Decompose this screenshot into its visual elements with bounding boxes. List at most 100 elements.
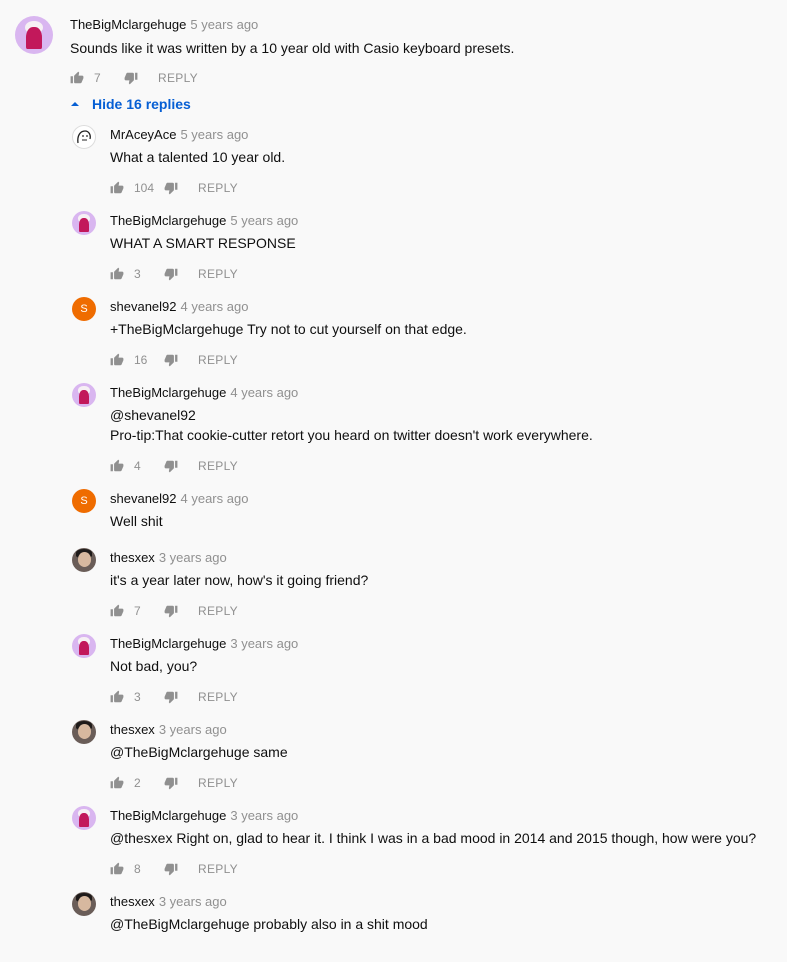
comment-header: shevanel92 4 years ago bbox=[110, 299, 248, 314]
reply-button[interactable]: REPLY bbox=[198, 459, 238, 473]
thumbs-down-icon[interactable] bbox=[164, 604, 178, 618]
like-count: 16 bbox=[134, 353, 148, 367]
thumbs-up-icon[interactable] bbox=[70, 71, 84, 85]
like-count: 3 bbox=[134, 267, 141, 281]
reply-button[interactable]: REPLY bbox=[198, 353, 238, 367]
comment-text: Sounds like it was written by a 10 year … bbox=[70, 40, 515, 56]
thumbs-up-icon[interactable] bbox=[110, 776, 124, 790]
comment-text: What a talented 10 year old. bbox=[110, 149, 286, 165]
comment-header: TheBigMclargehuge 5 years ago bbox=[70, 17, 258, 32]
thumbs-up-icon[interactable] bbox=[110, 267, 124, 281]
thumbs-down-icon[interactable] bbox=[164, 690, 178, 704]
author-name[interactable]: MrAceyAce bbox=[110, 127, 176, 142]
thumbs-up-icon[interactable] bbox=[110, 862, 124, 876]
author-name[interactable]: TheBigMclargehuge bbox=[70, 17, 186, 32]
like-count: 104 bbox=[134, 181, 155, 195]
comment-header: TheBigMclargehuge 4 years ago bbox=[110, 385, 298, 400]
timestamp[interactable]: 4 years ago bbox=[181, 491, 249, 506]
author-name[interactable]: TheBigMclargehuge bbox=[110, 636, 226, 651]
comment-actions: 4 REPLY bbox=[110, 456, 238, 476]
timestamp[interactable]: 3 years ago bbox=[159, 722, 227, 737]
thumbs-down-icon[interactable] bbox=[164, 267, 178, 281]
comment-actions: 3 REPLY bbox=[110, 687, 238, 707]
comment-header: TheBigMclargehuge 3 years ago bbox=[110, 808, 298, 823]
reply-button[interactable]: REPLY bbox=[198, 604, 238, 618]
timestamp[interactable]: 4 years ago bbox=[181, 299, 249, 314]
timestamp[interactable]: 3 years ago bbox=[230, 808, 298, 823]
comment-header: thesxex 3 years ago bbox=[110, 722, 227, 737]
timestamp[interactable]: 5 years ago bbox=[180, 127, 248, 142]
avatar[interactable] bbox=[72, 548, 96, 572]
timestamp[interactable]: 3 years ago bbox=[159, 550, 227, 565]
thumbs-down-icon[interactable] bbox=[164, 459, 178, 473]
thumbs-up-icon[interactable] bbox=[110, 459, 124, 473]
avatar[interactable]: S bbox=[72, 297, 96, 321]
author-name[interactable]: thesxex bbox=[110, 722, 155, 737]
avatar[interactable] bbox=[72, 211, 96, 235]
comment-text: +TheBigMclargehuge Try not to cut yourse… bbox=[110, 321, 467, 337]
like-count: 2 bbox=[134, 776, 141, 790]
author-name[interactable]: shevanel92 bbox=[110, 299, 177, 314]
avatar-letter: S bbox=[80, 303, 88, 315]
author-name[interactable]: thesxex bbox=[110, 894, 155, 909]
timestamp[interactable]: 5 years ago bbox=[230, 213, 298, 228]
thumbs-up-icon[interactable] bbox=[110, 604, 124, 618]
author-name[interactable]: shevanel92 bbox=[110, 491, 177, 506]
like-count: 4 bbox=[134, 459, 141, 473]
timestamp[interactable]: 4 years ago bbox=[230, 385, 298, 400]
timestamp[interactable]: 5 years ago bbox=[190, 17, 258, 32]
comment-text: Not bad, you? bbox=[110, 658, 198, 674]
thumbs-down-icon[interactable] bbox=[164, 181, 178, 195]
like-count: 3 bbox=[134, 690, 141, 704]
thumbs-up-icon[interactable] bbox=[110, 353, 124, 367]
reply-button[interactable]: REPLY bbox=[158, 71, 198, 85]
thumbs-down-icon[interactable] bbox=[164, 353, 178, 367]
comment-text: @shevanel92 bbox=[110, 407, 196, 423]
reply-button[interactable]: REPLY bbox=[198, 267, 238, 281]
comment-header: TheBigMclargehuge 3 years ago bbox=[110, 636, 298, 651]
avatar[interactable] bbox=[72, 383, 96, 407]
hide-replies-label: Hide 16 replies bbox=[92, 96, 191, 112]
comment-actions: 104 REPLY bbox=[110, 178, 238, 198]
avatar[interactable] bbox=[72, 125, 96, 149]
comment-actions: 16 REPLY bbox=[110, 350, 238, 370]
avatar[interactable] bbox=[72, 806, 96, 830]
comment-text: WHAT A SMART RESPONSE bbox=[110, 235, 296, 251]
avatar[interactable] bbox=[72, 720, 96, 744]
thumbs-up-icon[interactable] bbox=[110, 181, 124, 195]
thumbs-up-icon[interactable] bbox=[110, 690, 124, 704]
reply-button[interactable]: REPLY bbox=[198, 690, 238, 704]
avatar[interactable] bbox=[72, 892, 96, 916]
comment-actions: 2 REPLY bbox=[110, 773, 238, 793]
comment-header: MrAceyAce 5 years ago bbox=[110, 127, 248, 142]
comment-actions: 7 REPLY bbox=[70, 68, 198, 88]
reply-button[interactable]: REPLY bbox=[198, 776, 238, 790]
avatar[interactable]: S bbox=[72, 489, 96, 513]
author-name[interactable]: TheBigMclargehuge bbox=[110, 385, 226, 400]
comment-text: @thesxex Right on, glad to hear it. I th… bbox=[110, 830, 757, 846]
comment-actions: 7 REPLY bbox=[110, 601, 238, 621]
comment-text: @TheBigMclargehuge same bbox=[110, 744, 288, 760]
avatar[interactable] bbox=[15, 16, 53, 54]
thumbs-down-icon[interactable] bbox=[164, 862, 178, 876]
reply-button[interactable]: REPLY bbox=[198, 181, 238, 195]
comment-header: TheBigMclargehuge 5 years ago bbox=[110, 213, 298, 228]
timestamp[interactable]: 3 years ago bbox=[159, 894, 227, 909]
reply-button[interactable]: REPLY bbox=[198, 862, 238, 876]
avatar-letter: S bbox=[80, 495, 88, 507]
comment-text: Pro-tip:That cookie-cutter retort you he… bbox=[110, 427, 593, 443]
comment-header: thesxex 3 years ago bbox=[110, 894, 227, 909]
thumbs-down-icon[interactable] bbox=[164, 776, 178, 790]
author-name[interactable]: TheBigMclargehuge bbox=[110, 808, 226, 823]
face-sketch-icon bbox=[77, 130, 91, 144]
timestamp[interactable]: 3 years ago bbox=[230, 636, 298, 651]
author-name[interactable]: thesxex bbox=[110, 550, 155, 565]
like-count: 8 bbox=[134, 862, 141, 876]
comment-text: it's a year later now, how's it going fr… bbox=[110, 572, 369, 588]
author-name[interactable]: TheBigMclargehuge bbox=[110, 213, 226, 228]
thumbs-down-icon[interactable] bbox=[124, 71, 138, 85]
avatar[interactable] bbox=[72, 634, 96, 658]
hide-replies-button[interactable]: Hide 16 replies bbox=[70, 96, 191, 112]
caret-up-icon bbox=[71, 102, 79, 106]
comment-text: Well shit bbox=[110, 513, 163, 529]
